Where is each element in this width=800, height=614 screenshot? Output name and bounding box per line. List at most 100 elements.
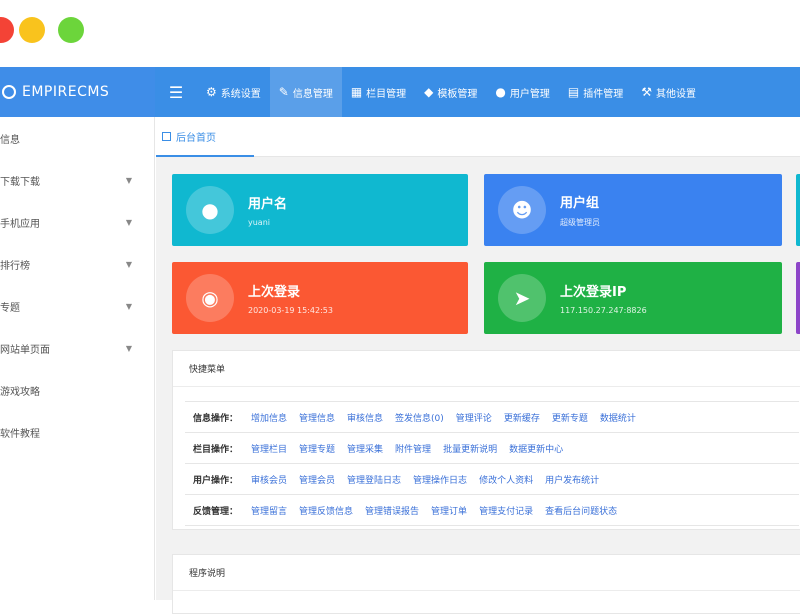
brand-logo[interactable]: EMPIRECMS: [0, 67, 155, 117]
edit-icon: ✎: [278, 85, 289, 99]
chevron-down-icon: ▼: [125, 301, 132, 311]
nav-item-label: 栏目管理: [366, 88, 407, 100]
card-value: 超级管理员: [560, 218, 600, 227]
card-usergroup: ☻ 用户组 超级管理员: [484, 174, 782, 246]
sidebar-item-single-pages[interactable]: 网站单页面 ▼: [0, 327, 154, 369]
panel-title: 快捷菜单: [173, 351, 800, 387]
card-partial: [796, 174, 800, 246]
clock-icon: ◉: [186, 274, 234, 322]
quick-menu-panel: 快捷菜单 信息操作： 增加信息 管理信息 审核信息 签发信息(0) 管理评论 更…: [172, 350, 800, 530]
quick-link[interactable]: 管理信息: [299, 411, 335, 424]
quick-link[interactable]: 数据统计: [600, 411, 636, 424]
sidebar: 信息 下载下载 ▼ 手机应用 ▼ 排行榜 ▼ 专题 ▼ 网站单页面 ▼ 游戏攻略…: [0, 117, 155, 600]
nav-item-label: 模板管理: [437, 88, 478, 100]
quick-link[interactable]: 管理操作日志: [413, 473, 467, 486]
nav-item-info-management[interactable]: ✎ 信息管理: [269, 67, 342, 117]
row-label: 用户操作：: [193, 475, 239, 486]
sidebar-item-software-tutorials[interactable]: 软件教程: [0, 411, 154, 453]
sidebar-item-label: 排行榜: [0, 260, 30, 272]
quick-link[interactable]: 管理采集: [347, 442, 383, 455]
quick-link[interactable]: 管理专题: [299, 442, 335, 455]
quick-link[interactable]: 附件管理: [395, 442, 431, 455]
nav-item-label: 用户管理: [509, 88, 550, 100]
sidebar-item-label: 网站单页面: [0, 344, 50, 356]
quick-link[interactable]: 数据更新中心: [509, 442, 563, 455]
program-info-panel: 程序说明: [172, 554, 800, 614]
card-value: 2020-03-19 15:42:53: [248, 306, 333, 315]
panel-title: 程序说明: [173, 555, 800, 591]
quick-link[interactable]: 增加信息: [251, 411, 287, 424]
card-title: 用户组: [560, 196, 600, 211]
quick-link[interactable]: 批量更新说明: [443, 442, 497, 455]
quick-link[interactable]: 管理反馈信息: [299, 504, 353, 517]
quick-link[interactable]: 管理错误报告: [365, 504, 419, 517]
nav-item-label: 插件管理: [583, 88, 624, 100]
quick-link[interactable]: 用户发布统计: [545, 473, 599, 486]
sidebar-item-label: 手机应用: [0, 218, 40, 230]
card-value: yuani: [248, 218, 270, 227]
main-content: 后台首页 ● 用户名 yuani ☻ 用户组 超级管理员 ◉ 上次登录 2020…: [156, 117, 800, 614]
quick-link[interactable]: 更新缓存: [504, 411, 540, 424]
card-value: 117.150.27.247:8826: [560, 306, 647, 315]
card-title: 上次登录: [248, 285, 301, 300]
nav-item-column-management[interactable]: ▦ 栏目管理: [342, 67, 415, 117]
quick-link[interactable]: 管理留言: [251, 504, 287, 517]
sidebar-item-label: 软件教程: [0, 428, 40, 440]
tab-home[interactable]: 后台首页: [156, 117, 254, 157]
quick-link[interactable]: 修改个人资料: [479, 473, 533, 486]
quick-link[interactable]: 查看后台问题状态: [545, 504, 617, 517]
sidebar-item-label: 信息: [0, 134, 20, 146]
card-username: ● 用户名 yuani: [172, 174, 468, 246]
nav-item-plugin-management[interactable]: ▤ 插件管理: [559, 67, 632, 117]
location-arrow-icon: ➤: [498, 274, 546, 322]
row-label: 信息操作：: [193, 413, 239, 424]
sidebar-item-label: 下载下载: [0, 176, 40, 188]
sidebar-item-download[interactable]: 下载下载 ▼: [0, 159, 154, 201]
menu-toggle-button[interactable]: ☰: [155, 67, 197, 117]
quick-link[interactable]: 签发信息(0): [395, 411, 444, 424]
quick-link[interactable]: 管理登陆日志: [347, 473, 401, 486]
quick-link[interactable]: 管理栏目: [251, 442, 287, 455]
nav-item-label: 系统设置: [220, 88, 261, 100]
close-window-button[interactable]: [0, 17, 14, 43]
brand-name: EMPIRECMS: [22, 84, 110, 100]
chevron-down-icon: ▼: [125, 343, 132, 353]
quick-link[interactable]: 管理会员: [299, 473, 335, 486]
card-last-login-ip: ➤ 上次登录IP 117.150.27.247:8826: [484, 262, 782, 334]
grid-icon: ▦: [350, 85, 363, 99]
minimize-window-button[interactable]: [19, 17, 45, 43]
card-title: 用户名: [248, 197, 288, 212]
sidebar-item-label: 游戏攻略: [0, 386, 40, 398]
quick-link[interactable]: 管理支付记录: [479, 504, 533, 517]
user-icon: ●: [495, 85, 506, 99]
gear-icon: ⚙: [206, 85, 217, 99]
window-icon: [162, 131, 171, 141]
nav-item-template-management[interactable]: ◆ 模板管理: [415, 67, 486, 117]
tab-label: 后台首页: [176, 132, 216, 144]
cube-icon: ◆: [424, 85, 434, 99]
quick-link[interactable]: 管理订单: [431, 504, 467, 517]
top-navbar: EMPIRECMS ☰ ⚙ 系统设置 ✎ 信息管理 ▦ 栏目管理 ◆ 模板管理 …: [0, 67, 800, 117]
sidebar-item-rankings[interactable]: 排行榜 ▼: [0, 243, 154, 285]
wrench-icon: ⚒: [641, 85, 652, 99]
card-title: 上次登录IP: [560, 285, 627, 300]
sidebar-item-label: 专题: [0, 302, 20, 314]
sidebar-item-topics[interactable]: 专题 ▼: [0, 285, 154, 327]
sidebar-item-info[interactable]: 信息: [0, 117, 154, 159]
sidebar-item-game-guides[interactable]: 游戏攻略: [0, 369, 154, 411]
maximize-window-button[interactable]: [58, 17, 84, 43]
nav-item-user-management[interactable]: ● 用户管理: [486, 67, 558, 117]
nav-item-system-settings[interactable]: ⚙ 系统设置: [197, 67, 270, 117]
globe-icon: [2, 85, 16, 99]
nav-item-other-settings[interactable]: ⚒ 其他设置: [632, 67, 705, 117]
table-row: 反馈管理： 管理留言 管理反馈信息 管理错误报告 管理订单 管理支付记录 查看后…: [185, 495, 799, 526]
sidebar-item-mobile-apps[interactable]: 手机应用 ▼: [0, 201, 154, 243]
table-row: 信息操作： 增加信息 管理信息 审核信息 签发信息(0) 管理评论 更新缓存 更…: [185, 402, 799, 433]
tab-bar: 后台首页: [156, 117, 800, 157]
quick-link[interactable]: 管理评论: [456, 411, 492, 424]
quick-link[interactable]: 审核信息: [347, 411, 383, 424]
quick-link[interactable]: 更新专题: [552, 411, 588, 424]
quick-link[interactable]: 审核会员: [251, 473, 287, 486]
document-icon: ▤: [567, 85, 580, 99]
chevron-down-icon: ▼: [125, 259, 132, 269]
